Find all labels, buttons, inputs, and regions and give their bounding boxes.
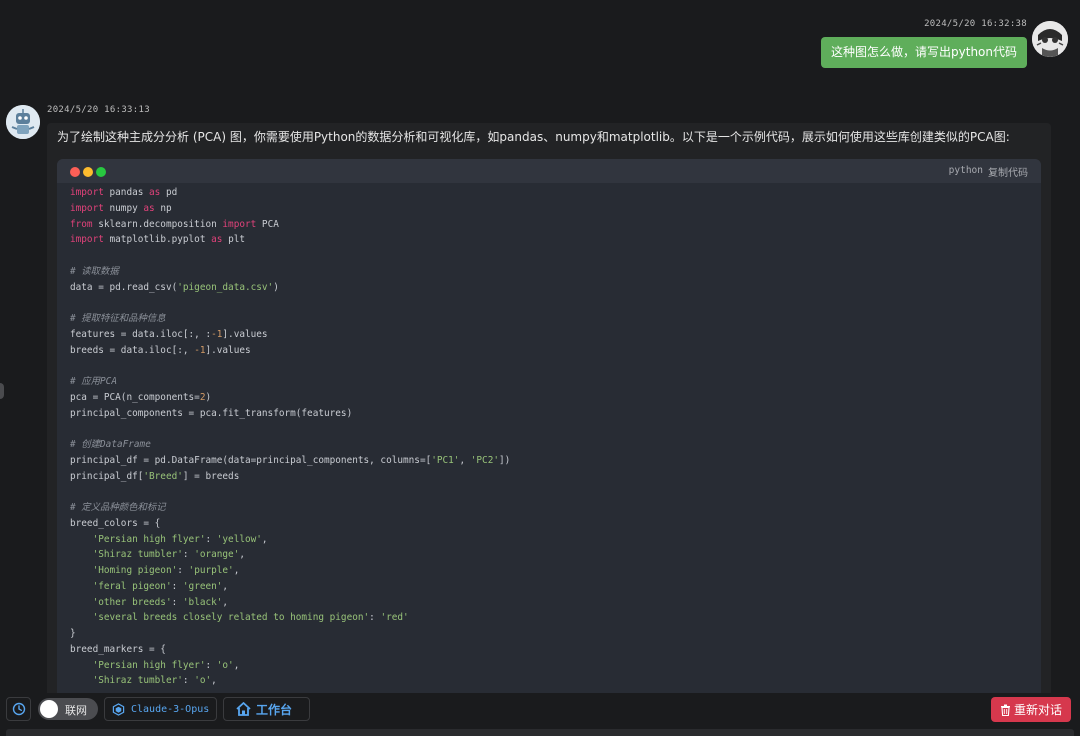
reset-conversation-label: 重新对话	[1013, 703, 1062, 717]
code-line: breed_colors = {	[70, 517, 161, 529]
clock-icon	[12, 702, 25, 716]
code-line: 'Shiraz tumbler': 'o',	[92, 675, 217, 687]
window-dot-green-icon	[96, 167, 106, 177]
code-line: pca = PCA(n_components=2)	[70, 391, 212, 403]
message-input-area[interactable]	[6, 729, 1074, 736]
reset-conversation-button[interactable]: 重新对话	[991, 697, 1071, 722]
code-line: breed_markers = {	[70, 643, 166, 655]
code-line: 'several breeds closely related to homin…	[92, 612, 409, 624]
assistant-avatar	[6, 105, 40, 139]
network-toggle-label: 联网	[65, 704, 87, 717]
code-line: 'Persian high flyer': 'yellow',	[92, 533, 268, 545]
network-toggle[interactable]: 联网	[38, 698, 98, 720]
assistant-message-timestamp: 2024/5/20 16:33:13	[47, 105, 150, 115]
code-line: principal_df['Breed'] = breeds	[70, 470, 240, 482]
code-content: import pandas as pd import numpy as np fro…	[57, 183, 1041, 691]
code-line: import pandas as pd	[70, 187, 178, 198]
workspace-label: 工作台	[256, 702, 293, 717]
code-line: # 读取数据	[70, 265, 119, 277]
code-line: }	[70, 628, 76, 639]
code-block-header: python 复制代码	[57, 159, 1041, 183]
window-dot-red-icon	[70, 167, 80, 177]
window-dot-yellow-icon	[83, 167, 93, 177]
user-message-timestamp: 2024/5/20 16:32:38	[924, 19, 1027, 29]
assistant-intro-text: 为了绘制这种主成分分析 (PCA) 图，你需要使用Python的数据分析和可视化…	[57, 130, 1010, 144]
code-language-label: python	[948, 165, 983, 176]
toggle-knob	[40, 700, 58, 718]
model-selector-button[interactable]: Claude-3-Opus	[104, 697, 217, 721]
user-message-bubble: 这种图怎么做，请写出python代码	[821, 37, 1027, 68]
home-icon	[236, 702, 251, 716]
code-line: # 创建DataFrame	[70, 439, 151, 450]
code-line: 'other breeds': 'black',	[92, 596, 229, 608]
code-line: # 提取特征和品种信息	[70, 313, 166, 324]
code-line: # 定义品种颜色和标记	[70, 502, 166, 513]
model-name-label: Claude-3-Opus	[131, 703, 210, 715]
code-line: features = data.iloc[:, :-1].values	[70, 328, 268, 340]
history-button[interactable]	[6, 697, 31, 721]
user-avatar-image	[1032, 21, 1068, 57]
trash-icon	[1000, 704, 1010, 716]
code-line: data = pd.read_csv('pigeon_data.csv')	[70, 281, 279, 293]
code-line: # 应用PCA	[70, 376, 117, 387]
workspace-button[interactable]: 工作台	[223, 697, 310, 721]
code-block: python 复制代码 import pandas as pd import nu…	[57, 159, 1041, 699]
user-avatar	[1032, 21, 1068, 57]
code-line: from sklearn.decomposition import PCA	[70, 218, 279, 230]
code-line: import numpy as np	[70, 202, 172, 214]
code-line: 'Persian high flyer': 'o',	[92, 659, 240, 671]
cube-icon	[112, 702, 125, 716]
code-line: 'feral pigeon': 'green',	[92, 580, 229, 592]
code-line: 'Shiraz tumbler': 'orange',	[92, 549, 245, 561]
code-line: principal_df = pd.DataFrame(data=princip…	[70, 454, 511, 466]
code-line: breeds = data.iloc[:, -1].values	[70, 344, 251, 356]
code-line: 'Homing pigeon': 'purple',	[92, 565, 240, 576]
sidebar-toggle-handle[interactable]	[0, 383, 4, 399]
copy-code-button[interactable]: 复制代码	[988, 164, 1028, 179]
code-line: import matplotlib.pyplot as plt	[70, 234, 245, 246]
code-line: principal_components = pca.fit_transform…	[70, 407, 353, 419]
robot-avatar-image	[6, 105, 40, 139]
